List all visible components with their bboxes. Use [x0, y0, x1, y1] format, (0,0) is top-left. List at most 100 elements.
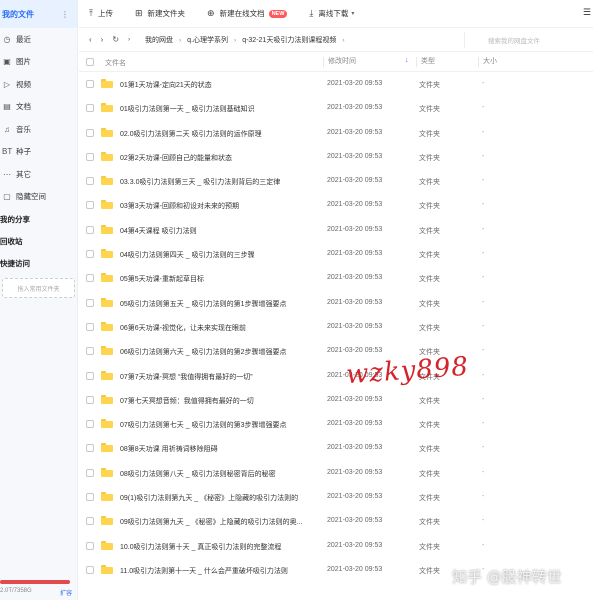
- file-name[interactable]: 04第4天课程 吸引力法则: [120, 226, 315, 236]
- sidebar-item-my-share[interactable]: 我的分享: [0, 208, 77, 230]
- file-name[interactable]: 07第7天功课-冥想 “我值得拥有最好的一切”: [120, 372, 315, 382]
- more-vertical-icon[interactable]: ⋮: [61, 10, 69, 19]
- table-row[interactable]: 01吸引力法则第一天 _ 吸引力法则基础知识 2021-03-20 09:53 文件…: [79, 96, 593, 120]
- row-checkbox[interactable]: [86, 541, 94, 550]
- table-row[interactable]: 09(1)吸引力法则第九天 _ 《秘密》上隐藏的吸引力法则的 2021-03-20…: [79, 485, 593, 509]
- file-name[interactable]: 02第2天功课-回顾自己的能量和状态: [120, 153, 315, 163]
- row-checkbox[interactable]: [86, 444, 94, 453]
- file-name[interactable]: 05吸引力法则第五天 _ 吸引力法则的第1步骤增强要点: [120, 299, 315, 309]
- new-folder-button[interactable]: ⊞ 新建文件夹: [135, 8, 185, 19]
- table-row[interactable]: 06第6天功课-视觉化，让未来实现在眼前 2021-03-20 09:53 文件夹 -: [79, 315, 593, 339]
- folder-icon: [101, 321, 113, 331]
- row-checkbox[interactable]: [86, 201, 94, 210]
- file-name[interactable]: 08第8天功课 用祈祷词移除阻碍: [120, 444, 315, 454]
- file-name[interactable]: 06第6天功课-视觉化，让未来实现在眼前: [120, 323, 315, 333]
- table-row[interactable]: 03第3天功课-回顾和初设对未来的预期 2021-03-20 09:53 文件夹 -: [79, 193, 593, 217]
- table-row[interactable]: 05吸引力法则第五天 _ 吸引力法则的第1步骤增强要点 2021-03-20 09…: [79, 291, 593, 315]
- column-header-modified[interactable]: 修改时间: [323, 57, 356, 67]
- sidebar-item-recycle[interactable]: 回收站: [0, 230, 77, 252]
- search-input[interactable]: 搜索我的网盘文件: [484, 32, 584, 48]
- row-checkbox[interactable]: [86, 322, 94, 331]
- row-checkbox[interactable]: [86, 371, 94, 380]
- file-name[interactable]: 06吸引力法则第六天 _ 吸引力法则的第2步骤增强要点: [120, 347, 315, 357]
- file-name[interactable]: 10.0吸引力法则第十天 _ 真正吸引力法则的完整流程: [120, 542, 315, 552]
- back-icon[interactable]: ‹: [89, 35, 92, 44]
- row-checkbox[interactable]: [86, 274, 94, 283]
- forward-icon[interactable]: ›: [101, 35, 104, 44]
- sidebar-item-my-files[interactable]: 我的文件 ⋮: [0, 0, 77, 28]
- file-name[interactable]: 09(1)吸引力法则第九天 _ 《秘密》上隐藏的吸引力法则的: [120, 493, 315, 503]
- sidebar-item-music[interactable]: ♫ 音乐: [0, 118, 77, 141]
- file-name[interactable]: 09吸引力法则第九天 _ 《秘密》上隐藏的吸引力法则的奥...: [120, 517, 315, 527]
- breadcrumb-item[interactable]: 我的网盘: [145, 35, 173, 45]
- row-checkbox[interactable]: [86, 152, 94, 161]
- sidebar-item-label: 图片: [16, 57, 31, 67]
- sidebar-item-video[interactable]: ▷ 视频: [0, 73, 77, 96]
- column-header-size[interactable]: 大小: [478, 57, 497, 67]
- table-row[interactable]: 10.0吸引力法则第十天 _ 真正吸引力法则的完整流程 2021-03-20 09…: [79, 534, 593, 558]
- row-checkbox[interactable]: [86, 80, 94, 88]
- file-name[interactable]: 07吸引力法则第七天 _ 吸引力法则的第3步骤增强要点: [120, 420, 315, 430]
- table-row[interactable]: 04第4天课程 吸引力法则 2021-03-20 09:53 文件夹 -: [79, 218, 593, 242]
- refresh-icon[interactable]: ↻: [112, 35, 119, 44]
- sidebar-item-more[interactable]: ⋯ 其它: [0, 163, 77, 186]
- file-name[interactable]: 03第3天功课-回顾和初设对未来的预期: [120, 201, 315, 211]
- file-name[interactable]: 04吸引力法则第四天 _ 吸引力法则的三步骤: [120, 250, 315, 260]
- storage-bar: [0, 580, 70, 584]
- file-name[interactable]: 01吸引力法则第一天 _ 吸引力法则基础知识: [120, 104, 315, 114]
- new-online-doc-button[interactable]: ⊕ 新建在线文档 NEW: [207, 8, 288, 19]
- table-row[interactable]: 07吸引力法则第七天 _ 吸引力法则的第3步骤增强要点 2021-03-20 09…: [79, 412, 593, 436]
- sidebar-item-doc[interactable]: ▤ 文档: [0, 96, 77, 119]
- row-checkbox[interactable]: [86, 420, 94, 429]
- table-row[interactable]: 06吸引力法则第六天 _ 吸引力法则的第2步骤增强要点 2021-03-20 09…: [79, 339, 593, 363]
- file-type: 文件夹: [419, 276, 440, 284]
- table-row[interactable]: 02.0吸引力法则第二天 吸引力法则的运作原理 2021-03-20 09:53 文…: [79, 121, 593, 145]
- sidebar-item-bt[interactable]: BT 种子: [0, 141, 77, 164]
- sidebar-item-lock[interactable]: ▢ 隐藏空间: [0, 186, 77, 209]
- breadcrumb-item[interactable]: q-32-21天吸引力法则课程视频: [242, 35, 336, 45]
- file-name[interactable]: 05第5天功课-重新起草目标: [120, 274, 315, 284]
- row-checkbox[interactable]: [86, 128, 94, 137]
- table-row[interactable]: 08吸引力法则第八天 _ 吸引力法则秘密背后的秘密 2021-03-20 09:5…: [79, 461, 593, 485]
- column-header-type[interactable]: 类型: [416, 57, 435, 67]
- sidebar-item-image[interactable]: ▣ 图片: [0, 51, 77, 74]
- table-row[interactable]: 04吸引力法则第四天 _ 吸引力法则的三步骤 2021-03-20 09:53 文件…: [79, 242, 593, 266]
- upload-button[interactable]: ⤒ 上传: [89, 8, 113, 19]
- table-row[interactable]: 03.3.0吸引力法则第三天 _ 吸引力法则背后的三定律 2021-03-20 0…: [79, 169, 593, 193]
- row-checkbox[interactable]: [86, 225, 94, 234]
- quick-access-dropzone[interactable]: 拖入常用文件夹: [2, 278, 75, 298]
- modified-time: 2021-03-20 09:53: [327, 420, 383, 428]
- row-checkbox[interactable]: [86, 347, 94, 356]
- file-name[interactable]: 03.3.0吸引力法则第三天 _ 吸引力法则背后的三定律: [120, 177, 315, 187]
- table-row[interactable]: 01第1天功课-定向21天的状态 2021-03-20 09:53 文件夹 -: [79, 72, 593, 96]
- row-checkbox[interactable]: [86, 565, 94, 574]
- expand-storage-link[interactable]: 扩容: [60, 588, 72, 597]
- select-all-checkbox[interactable]: [86, 58, 94, 66]
- file-name[interactable]: 01第1天功课-定向21天的状态: [120, 80, 315, 90]
- table-row[interactable]: 07第七天冥想音频：我值得拥有最好的一切 2021-03-20 09:53 文件夹 -: [79, 388, 593, 412]
- row-checkbox[interactable]: [86, 493, 94, 502]
- row-checkbox[interactable]: [86, 468, 94, 477]
- sidebar-item-clock[interactable]: ◷ 最近: [0, 28, 77, 51]
- row-checkbox[interactable]: [86, 395, 94, 404]
- table-row[interactable]: 05第5天功课-重新起草目标 2021-03-20 09:53 文件夹 -: [79, 266, 593, 290]
- file-name[interactable]: 08吸引力法则第八天 _ 吸引力法则秘密背后的秘密: [120, 469, 315, 479]
- view-list-icon[interactable]: ☰: [583, 7, 591, 18]
- offline-download-button[interactable]: ⤓ 离线下载 ▾: [309, 8, 354, 19]
- column-header-name[interactable]: 文件名: [105, 58, 126, 68]
- table-row[interactable]: 08第8天功课 用祈祷词移除阻碍 2021-03-20 09:53 文件夹 -: [79, 436, 593, 460]
- modified-time: 2021-03-20 09:53: [327, 201, 383, 209]
- file-name[interactable]: 07第七天冥想音频：我值得拥有最好的一切: [120, 396, 315, 406]
- sidebar-item-quick-access[interactable]: 快捷访问: [0, 252, 77, 274]
- table-row[interactable]: 09吸引力法则第九天 _ 《秘密》上隐藏的吸引力法则的奥... 2021-03-2…: [79, 509, 593, 533]
- breadcrumb-item[interactable]: q.心理学系列: [187, 35, 228, 45]
- file-name[interactable]: 11.0吸引力法则第十一天 _ 什么会严重破坏吸引力法则: [120, 566, 315, 576]
- row-checkbox[interactable]: [86, 250, 94, 259]
- file-name[interactable]: 02.0吸引力法则第二天 吸引力法则的运作原理: [120, 129, 315, 139]
- row-checkbox[interactable]: [86, 517, 94, 526]
- row-checkbox[interactable]: [86, 177, 94, 186]
- row-checkbox[interactable]: [86, 298, 94, 307]
- table-row[interactable]: 02第2天功课-回顾自己的能量和状态 2021-03-20 09:53 文件夹 -: [79, 145, 593, 169]
- row-checkbox[interactable]: [86, 104, 94, 113]
- table-row[interactable]: 07第7天功课-冥想 “我值得拥有最好的一切” 2021-03-20 09:53 文…: [79, 364, 593, 388]
